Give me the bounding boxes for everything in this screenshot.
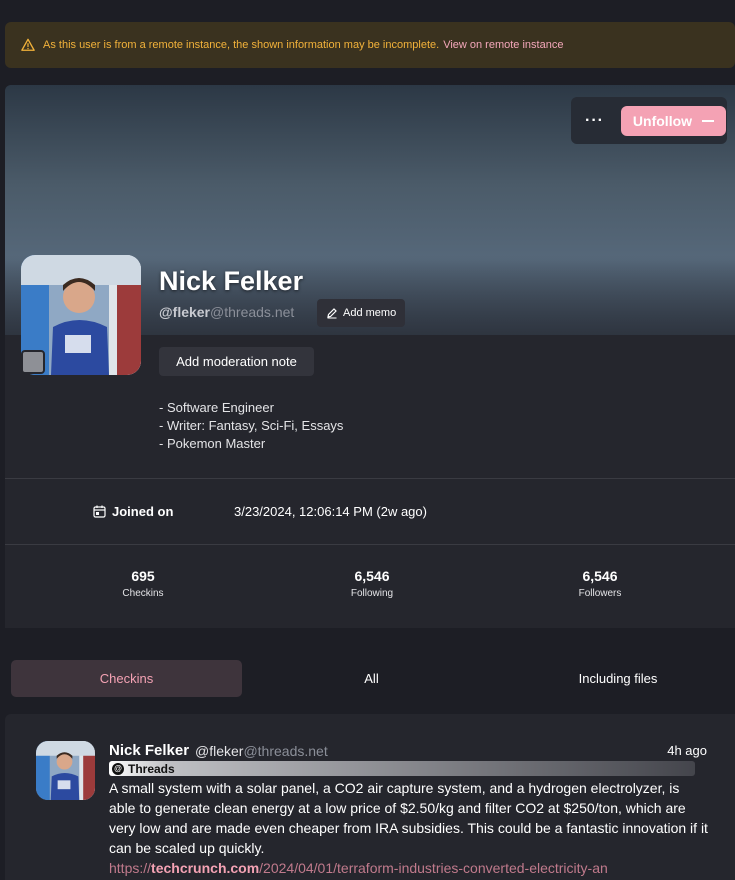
note-avatar[interactable] [36, 741, 95, 800]
stat-value: 6,546 [354, 568, 390, 584]
warning-icon [21, 38, 35, 51]
link-host: techcrunch.com [151, 860, 260, 876]
threads-icon: @ [112, 762, 124, 775]
unfollow-label: Unfollow [632, 112, 693, 129]
note-timestamp[interactable]: 4h ago [667, 743, 707, 758]
divider [5, 478, 735, 479]
view-remote-link[interactable]: View on remote instance [443, 39, 563, 51]
stat-followers[interactable]: 6,546 Followers [540, 568, 660, 599]
stat-value: 695 [131, 568, 155, 584]
divider [5, 544, 735, 545]
instance-name: Threads [128, 761, 175, 776]
note-author-handle: @fleker@threads.net [195, 743, 328, 759]
more-icon[interactable]: ··· [585, 112, 604, 129]
stat-label: Checkins [122, 588, 164, 599]
note-text: A small system with a solar panel, a CO2… [109, 780, 708, 856]
tab-all[interactable]: All [242, 660, 501, 697]
pencil-icon [327, 308, 337, 319]
stat-following[interactable]: 6,546 Following [312, 568, 432, 599]
joined-label: Joined on [93, 504, 173, 519]
stat-value: 6,546 [582, 568, 618, 584]
profile-name: Nick Felker [159, 266, 304, 296]
add-moderation-note-button[interactable]: Add moderation note [159, 347, 314, 376]
joined-value: 3/23/2024, 12:06:14 PM (2w ago) [234, 504, 427, 519]
add-memo-label: Add memo [343, 307, 397, 319]
link-prefix: https:// [109, 860, 152, 876]
profile-bio: - Software Engineer - Writer: Fantasy, S… [159, 399, 343, 453]
profile-handle: @fleker@threads.net [159, 304, 294, 320]
stat-label: Followers [578, 588, 622, 599]
handle-host: @threads.net [210, 304, 295, 320]
note-author-name[interactable]: Nick Felker [109, 742, 189, 759]
add-memo-button[interactable]: Add memo [317, 299, 406, 327]
note-item: Nick Felker @fleker@threads.net 4h ago @… [5, 714, 735, 880]
calendar-icon [93, 505, 106, 518]
note-handle-user: @fleker [195, 743, 244, 759]
note-handle-host: @threads.net [243, 743, 328, 759]
note-link[interactable]: https://techcrunch.com/2024/04/01/terraf… [109, 860, 608, 876]
timeline-tabs: Checkins All Including files [11, 660, 735, 697]
tab-including-files[interactable]: Including files [501, 660, 735, 697]
bio-line: - Software Engineer [159, 400, 274, 415]
profile-card: ··· Unfollow Nick Felker @fleker@threads… [5, 85, 735, 628]
stat-label: Following [350, 588, 394, 599]
bio-line: - Writer: Fantasy, Sci-Fi, Essays [159, 418, 344, 433]
stat-checkins[interactable]: 695 Checkins [83, 568, 203, 599]
joined-label-text: Joined on [112, 504, 174, 519]
instance-ticker: @ Threads [109, 761, 695, 776]
bio-line: - Pokemon Master [159, 436, 266, 451]
avatar-badge [21, 350, 45, 374]
link-path: /2024/04/01/terraform-industries-convert… [259, 860, 608, 876]
warning-text: As this user is from a remote instance, … [43, 39, 440, 51]
minus-icon [702, 119, 715, 122]
note-content: A small system with a solar panel, a CO2… [109, 778, 709, 878]
profile-actions: ··· Unfollow [571, 97, 727, 144]
handle-user: @fleker [159, 304, 211, 320]
remote-instance-warning: As this user is from a remote instance, … [5, 22, 735, 68]
unfollow-button[interactable]: Unfollow [620, 105, 726, 136]
tab-checkins[interactable]: Checkins [11, 660, 242, 697]
